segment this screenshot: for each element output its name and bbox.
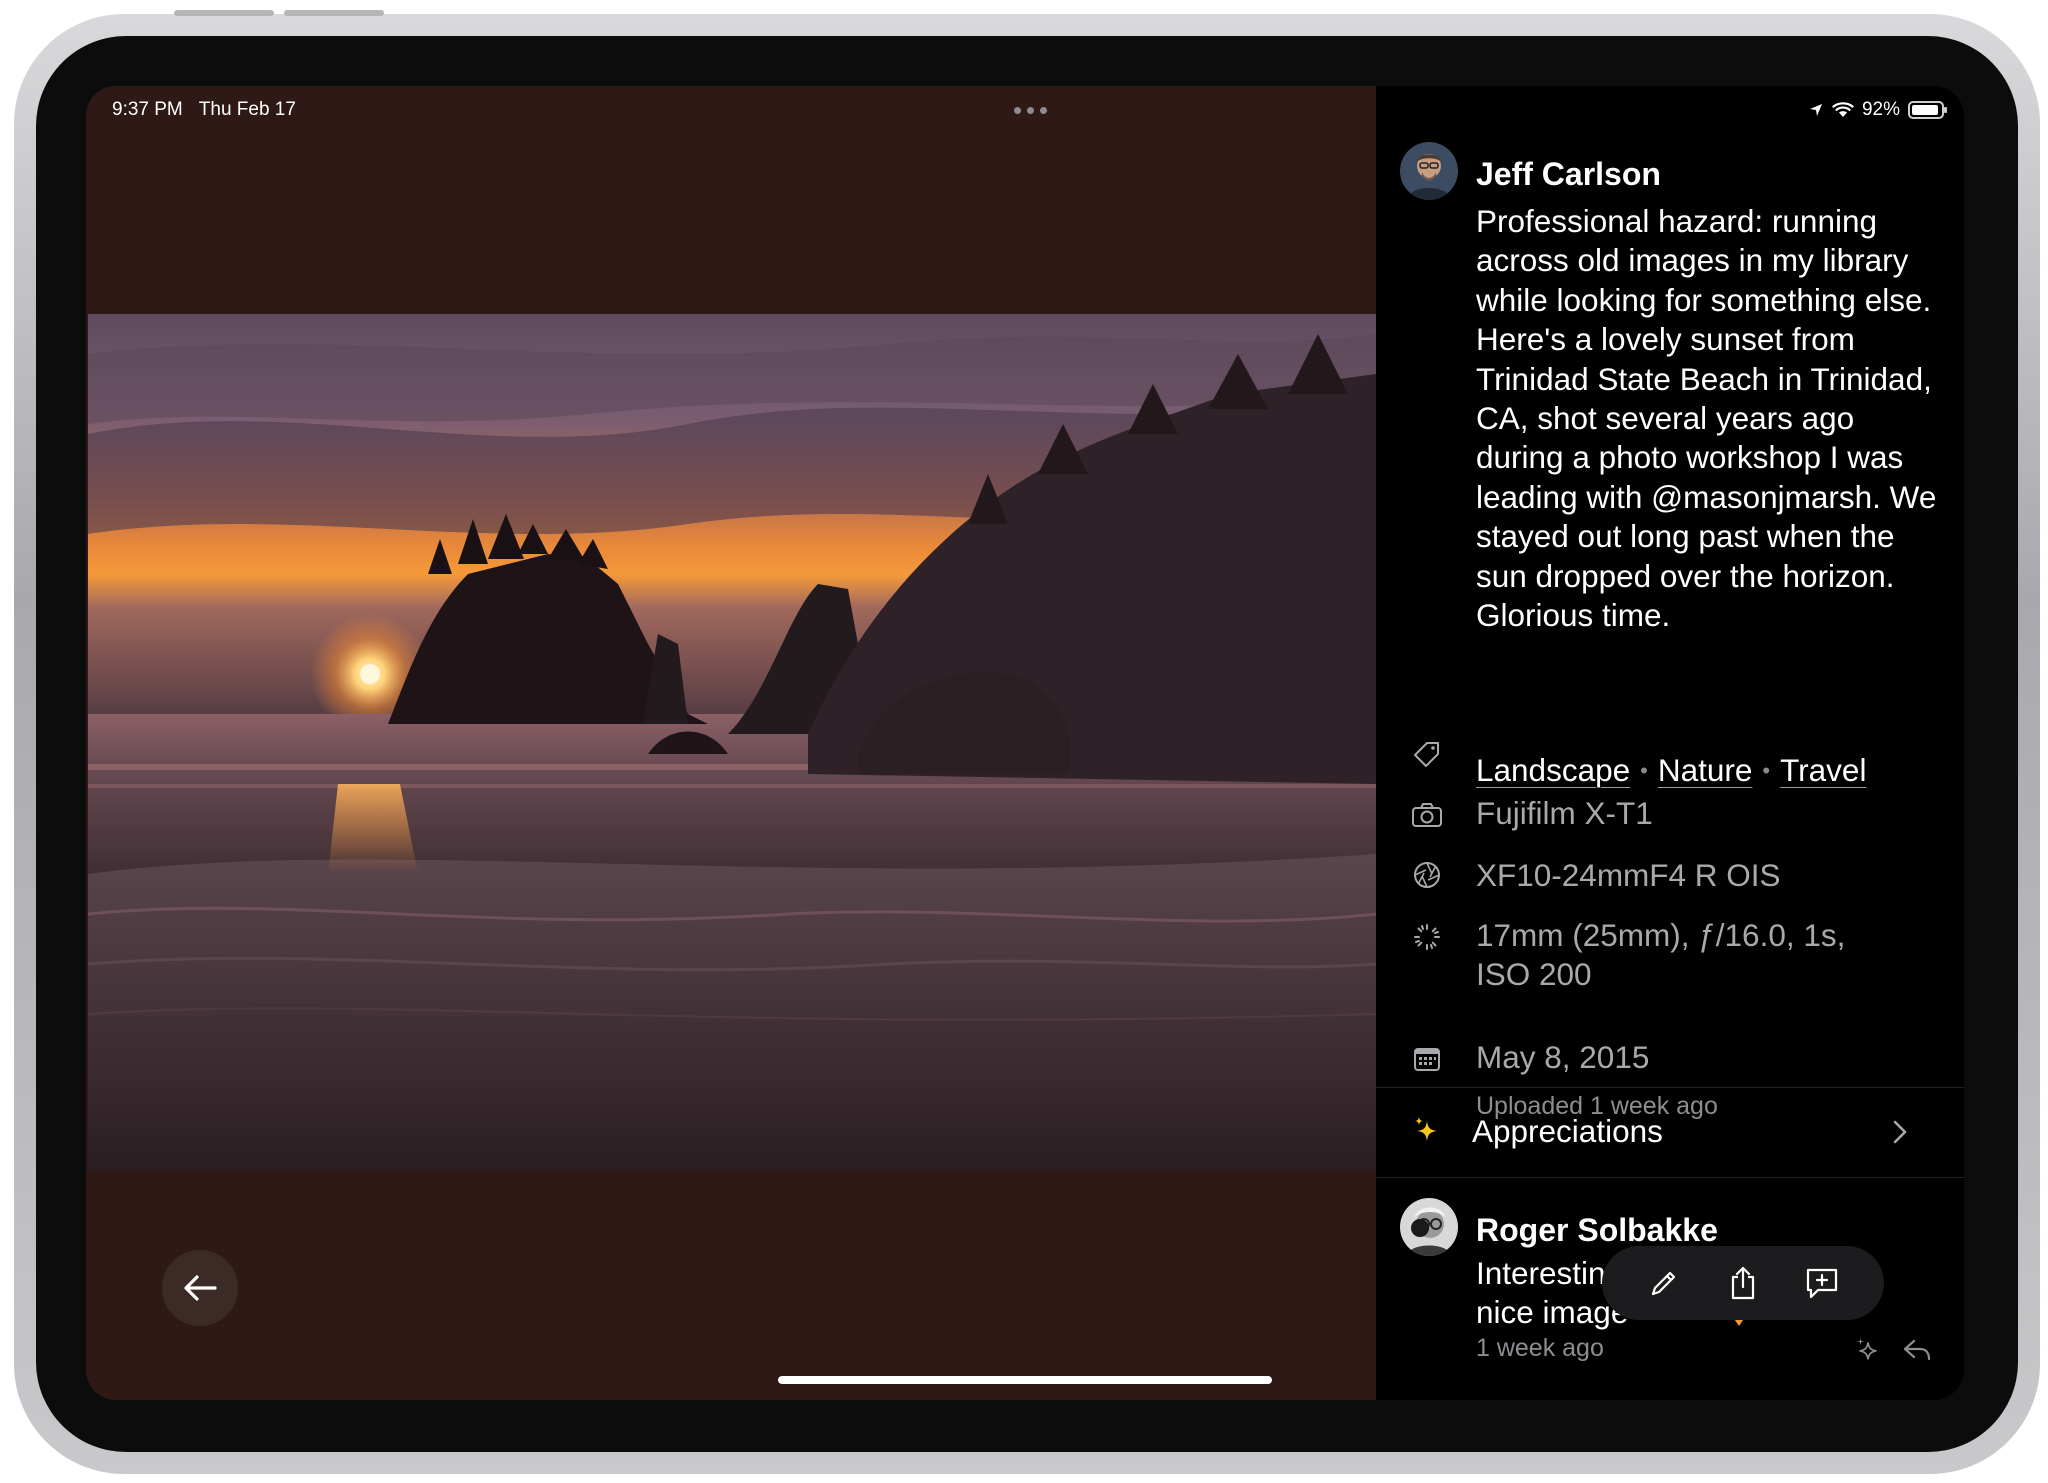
appreciations-row[interactable]: Appreciations (1376, 1087, 1964, 1177)
status-date: Thu Feb 17 (198, 99, 296, 120)
camera-icon (1410, 798, 1444, 832)
lens-model: XF10-24mmF4 R OIS (1476, 857, 1781, 893)
home-indicator[interactable] (778, 1376, 1272, 1384)
add-comment-icon (1807, 1268, 1838, 1299)
multitasking-menu-icon[interactable] (1008, 100, 1052, 120)
author-name[interactable]: Jeff Carlson (1476, 156, 1661, 193)
exposure-settings: 17mm (25mm), ƒ/16.0, 1s, ISO 200 (1476, 917, 1846, 993)
tag-separator: • (1762, 757, 1771, 783)
chevron-right-icon (1893, 1120, 1907, 1144)
arrow-left-icon (184, 1275, 217, 1301)
edit-button[interactable] (1639, 1258, 1689, 1308)
volume-button-top (174, 10, 274, 16)
author-avatar[interactable] (1400, 142, 1458, 200)
screen: 9:37 PM Thu Feb 17 92% Jeff Carlson Prof… (86, 86, 1964, 1400)
volume-button-top-2 (284, 10, 384, 16)
tag-landscape[interactable]: Landscape (1476, 752, 1630, 789)
divider (1376, 1177, 1964, 1178)
battery-percentage: 92% (1861, 99, 1900, 120)
pencil-icon (1651, 1271, 1675, 1296)
calendar-icon (1410, 1042, 1444, 1076)
tag-nature[interactable]: Nature (1658, 752, 1753, 789)
back-button[interactable] (162, 1250, 238, 1326)
comment-time: 1 week ago (1476, 1334, 1604, 1362)
share-button[interactable] (1718, 1258, 1768, 1308)
status-time: 9:37 PM (112, 99, 183, 120)
battery-icon (1908, 101, 1947, 119)
appreciations-label: Appreciations (1472, 1113, 1663, 1149)
tag-list: Landscape • Nature • Travel (1476, 752, 1866, 789)
photo-viewer: 9:37 PM Thu Feb 17 (86, 86, 1376, 1400)
share-icon (1731, 1266, 1755, 1300)
aperture-icon (1410, 858, 1444, 892)
reply-icon[interactable] (1902, 1338, 1932, 1362)
date-taken: May 8, 2015 (1476, 1039, 1650, 1075)
commenter-avatar[interactable] (1400, 1198, 1458, 1256)
location-arrow-icon (1809, 104, 1822, 116)
status-bar-left: 9:37 PM Thu Feb 17 (112, 96, 296, 124)
floating-action-toolbar (1602, 1246, 1884, 1320)
wifi-icon (1832, 102, 1854, 117)
photo-caption: Professional hazard: running across old … (1476, 203, 1937, 634)
add-comment-button[interactable] (1797, 1258, 1847, 1308)
tag-separator: • (1640, 757, 1648, 783)
photo-details-panel: 92% Jeff Carlson Professional hazard: ru… (1376, 86, 1964, 1400)
tag-travel[interactable]: Travel (1780, 752, 1866, 789)
sunset-beach-photo (88, 314, 1376, 1171)
sparkle-icon[interactable] (1854, 1336, 1882, 1364)
shutter-icon (1410, 920, 1444, 954)
camera-model: Fujifilm X-T1 (1476, 795, 1653, 831)
commenter-name[interactable]: Roger Solbakke (1476, 1212, 1718, 1249)
sparkle-icon (1410, 1113, 1444, 1147)
tag-icon (1410, 738, 1444, 772)
status-bar-right: 92% (1808, 96, 1947, 124)
